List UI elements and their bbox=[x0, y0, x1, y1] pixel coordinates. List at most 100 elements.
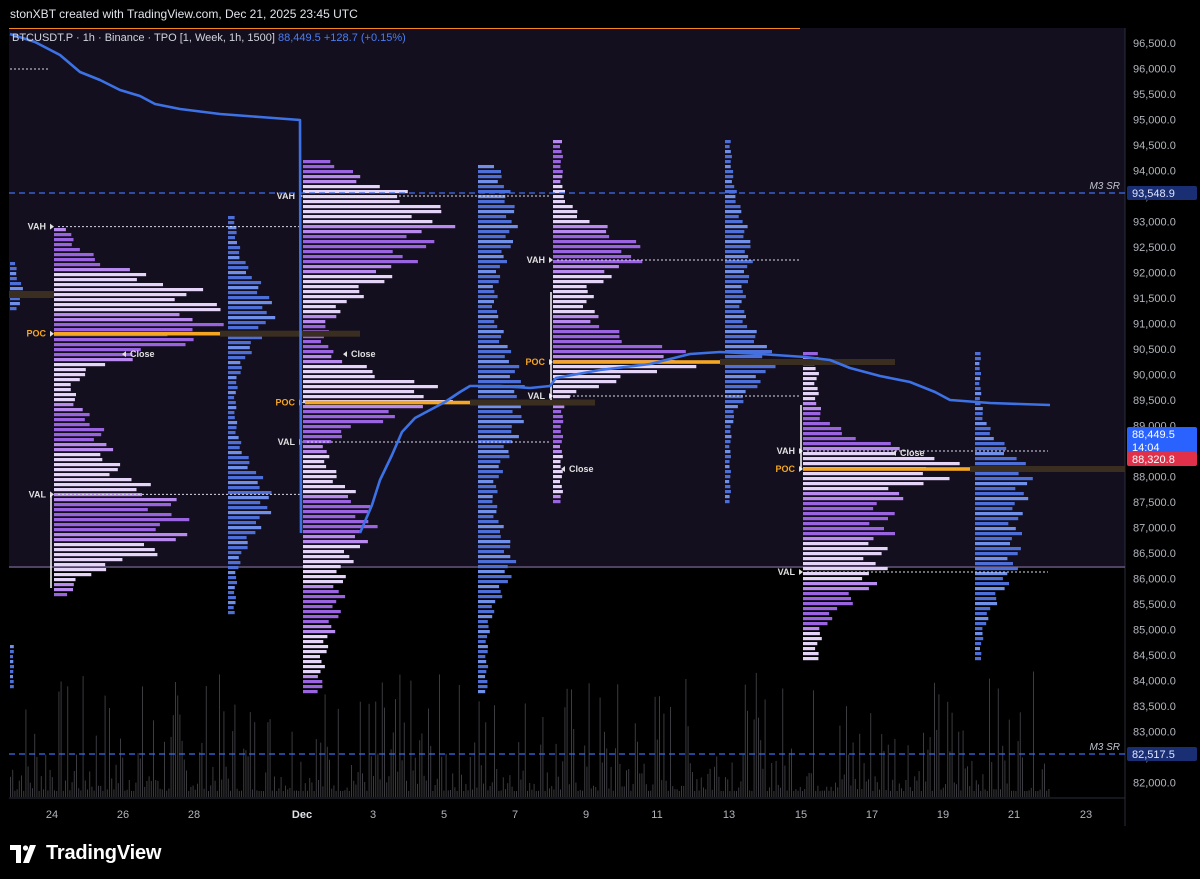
tpo-row bbox=[303, 580, 343, 584]
volume-bar bbox=[564, 707, 566, 797]
tpo-row bbox=[725, 485, 731, 489]
volume-bar bbox=[681, 785, 682, 797]
tpo-row bbox=[54, 313, 180, 317]
volume-bar bbox=[18, 780, 20, 797]
volume-bar bbox=[474, 742, 476, 797]
volume-bar bbox=[674, 789, 676, 797]
price-tick-label: 84,500.0 bbox=[1133, 650, 1176, 662]
volume-bar bbox=[711, 789, 713, 797]
tpo-row bbox=[975, 622, 987, 626]
volume-bar bbox=[340, 790, 341, 797]
volume-bar bbox=[355, 784, 357, 797]
tpo-row bbox=[975, 632, 983, 636]
volume-bar bbox=[373, 776, 374, 797]
tpo-row bbox=[553, 385, 599, 389]
volume-bar bbox=[175, 682, 176, 797]
tpo-row bbox=[228, 496, 269, 500]
tpo-row bbox=[54, 228, 66, 232]
volume-bar bbox=[122, 757, 124, 797]
tpo-row bbox=[725, 165, 731, 169]
tpo-row bbox=[228, 501, 261, 505]
volume-bar bbox=[109, 708, 110, 797]
tpo-row bbox=[478, 570, 505, 574]
price-tick-label: 95,500.0 bbox=[1133, 89, 1176, 101]
volume-bar bbox=[661, 780, 663, 797]
tpo-row bbox=[228, 421, 238, 425]
volume-bar bbox=[300, 761, 302, 797]
tpo-row bbox=[303, 505, 371, 509]
volume-bar bbox=[454, 787, 456, 797]
tpo-row bbox=[303, 685, 323, 689]
price-tick-label: 96,500.0 bbox=[1133, 38, 1176, 50]
tpo-row bbox=[303, 570, 337, 574]
tpo-row bbox=[553, 350, 686, 354]
tpo-row bbox=[725, 340, 754, 344]
profile-edge-lower bbox=[10, 645, 14, 689]
volume-bar bbox=[546, 772, 548, 797]
tpo-row bbox=[228, 251, 240, 255]
tpo-row bbox=[303, 490, 356, 494]
volume-bar bbox=[269, 719, 271, 797]
symbol-legend[interactable]: BTCUSDT.P · 1h · Binance · TPO [1, Week,… bbox=[12, 32, 406, 44]
volume-bar bbox=[304, 783, 306, 797]
tpo-row bbox=[725, 380, 761, 384]
tpo-row bbox=[54, 523, 160, 527]
tpo-row bbox=[54, 263, 101, 267]
volume-bar bbox=[410, 680, 412, 797]
symbol-name[interactable]: BTCUSDT.P · 1h · Binance · TPO [1, Week,… bbox=[12, 32, 275, 44]
tpo-row bbox=[803, 532, 895, 536]
tpo-row bbox=[10, 675, 13, 679]
volume-bar bbox=[557, 776, 559, 797]
volume-bar bbox=[914, 776, 916, 797]
volume-bar bbox=[271, 790, 273, 797]
tpo-row bbox=[553, 320, 591, 324]
tpo-row bbox=[303, 520, 369, 524]
volume-bar bbox=[1011, 790, 1012, 797]
tpo-row bbox=[303, 545, 360, 549]
tpo-row bbox=[553, 170, 563, 174]
tpo-row bbox=[553, 460, 561, 464]
volume-bar bbox=[192, 785, 194, 797]
tpo-row bbox=[54, 543, 144, 547]
volume-bar bbox=[956, 784, 957, 797]
price-tick-label: 84,000.0 bbox=[1133, 676, 1176, 688]
tpo-row bbox=[10, 282, 22, 286]
volume-bar bbox=[826, 786, 828, 797]
volume-bar bbox=[370, 756, 372, 797]
tpo-row bbox=[975, 587, 1005, 591]
vah-label-week3: VAH bbox=[527, 255, 545, 265]
volume-bar bbox=[520, 779, 522, 797]
volume-bar bbox=[788, 753, 790, 797]
tpo-row bbox=[725, 225, 748, 229]
tpo-row bbox=[228, 491, 272, 495]
tpo-row bbox=[303, 565, 341, 569]
tpo-row bbox=[725, 245, 751, 249]
tpo-row bbox=[975, 657, 981, 661]
tpo-row bbox=[303, 205, 441, 209]
volume-bar bbox=[1044, 763, 1045, 797]
volume-bar bbox=[245, 750, 247, 797]
volume-bar bbox=[98, 785, 99, 797]
volume-bar bbox=[443, 790, 445, 797]
volume-bar bbox=[225, 766, 227, 797]
tpo-row bbox=[54, 383, 71, 387]
volume-bar bbox=[892, 779, 894, 797]
tpo-row bbox=[303, 160, 331, 164]
val-label-week3: VAL bbox=[528, 391, 546, 401]
tpo-row bbox=[803, 417, 820, 421]
val-label-week1: VAL bbox=[29, 489, 47, 499]
volume-bar bbox=[773, 791, 775, 797]
volume-bar bbox=[1028, 790, 1030, 797]
volume-bar bbox=[725, 777, 726, 797]
tpo-row bbox=[553, 165, 561, 169]
tpo-row bbox=[478, 525, 504, 529]
tpo-row bbox=[228, 351, 252, 355]
volume-bar bbox=[707, 773, 709, 797]
tpo-chart[interactable]: VAH VAL POC Close VAH VAL POC Close VAH VAL POC Clo… bbox=[9, 28, 1200, 826]
tradingview-logo[interactable]: TradingView bbox=[10, 842, 161, 865]
tpo-row bbox=[478, 445, 504, 449]
tpo-row bbox=[478, 495, 493, 499]
tpo-row bbox=[553, 495, 561, 499]
tpo-row bbox=[228, 456, 249, 460]
tpo-row bbox=[303, 530, 360, 534]
